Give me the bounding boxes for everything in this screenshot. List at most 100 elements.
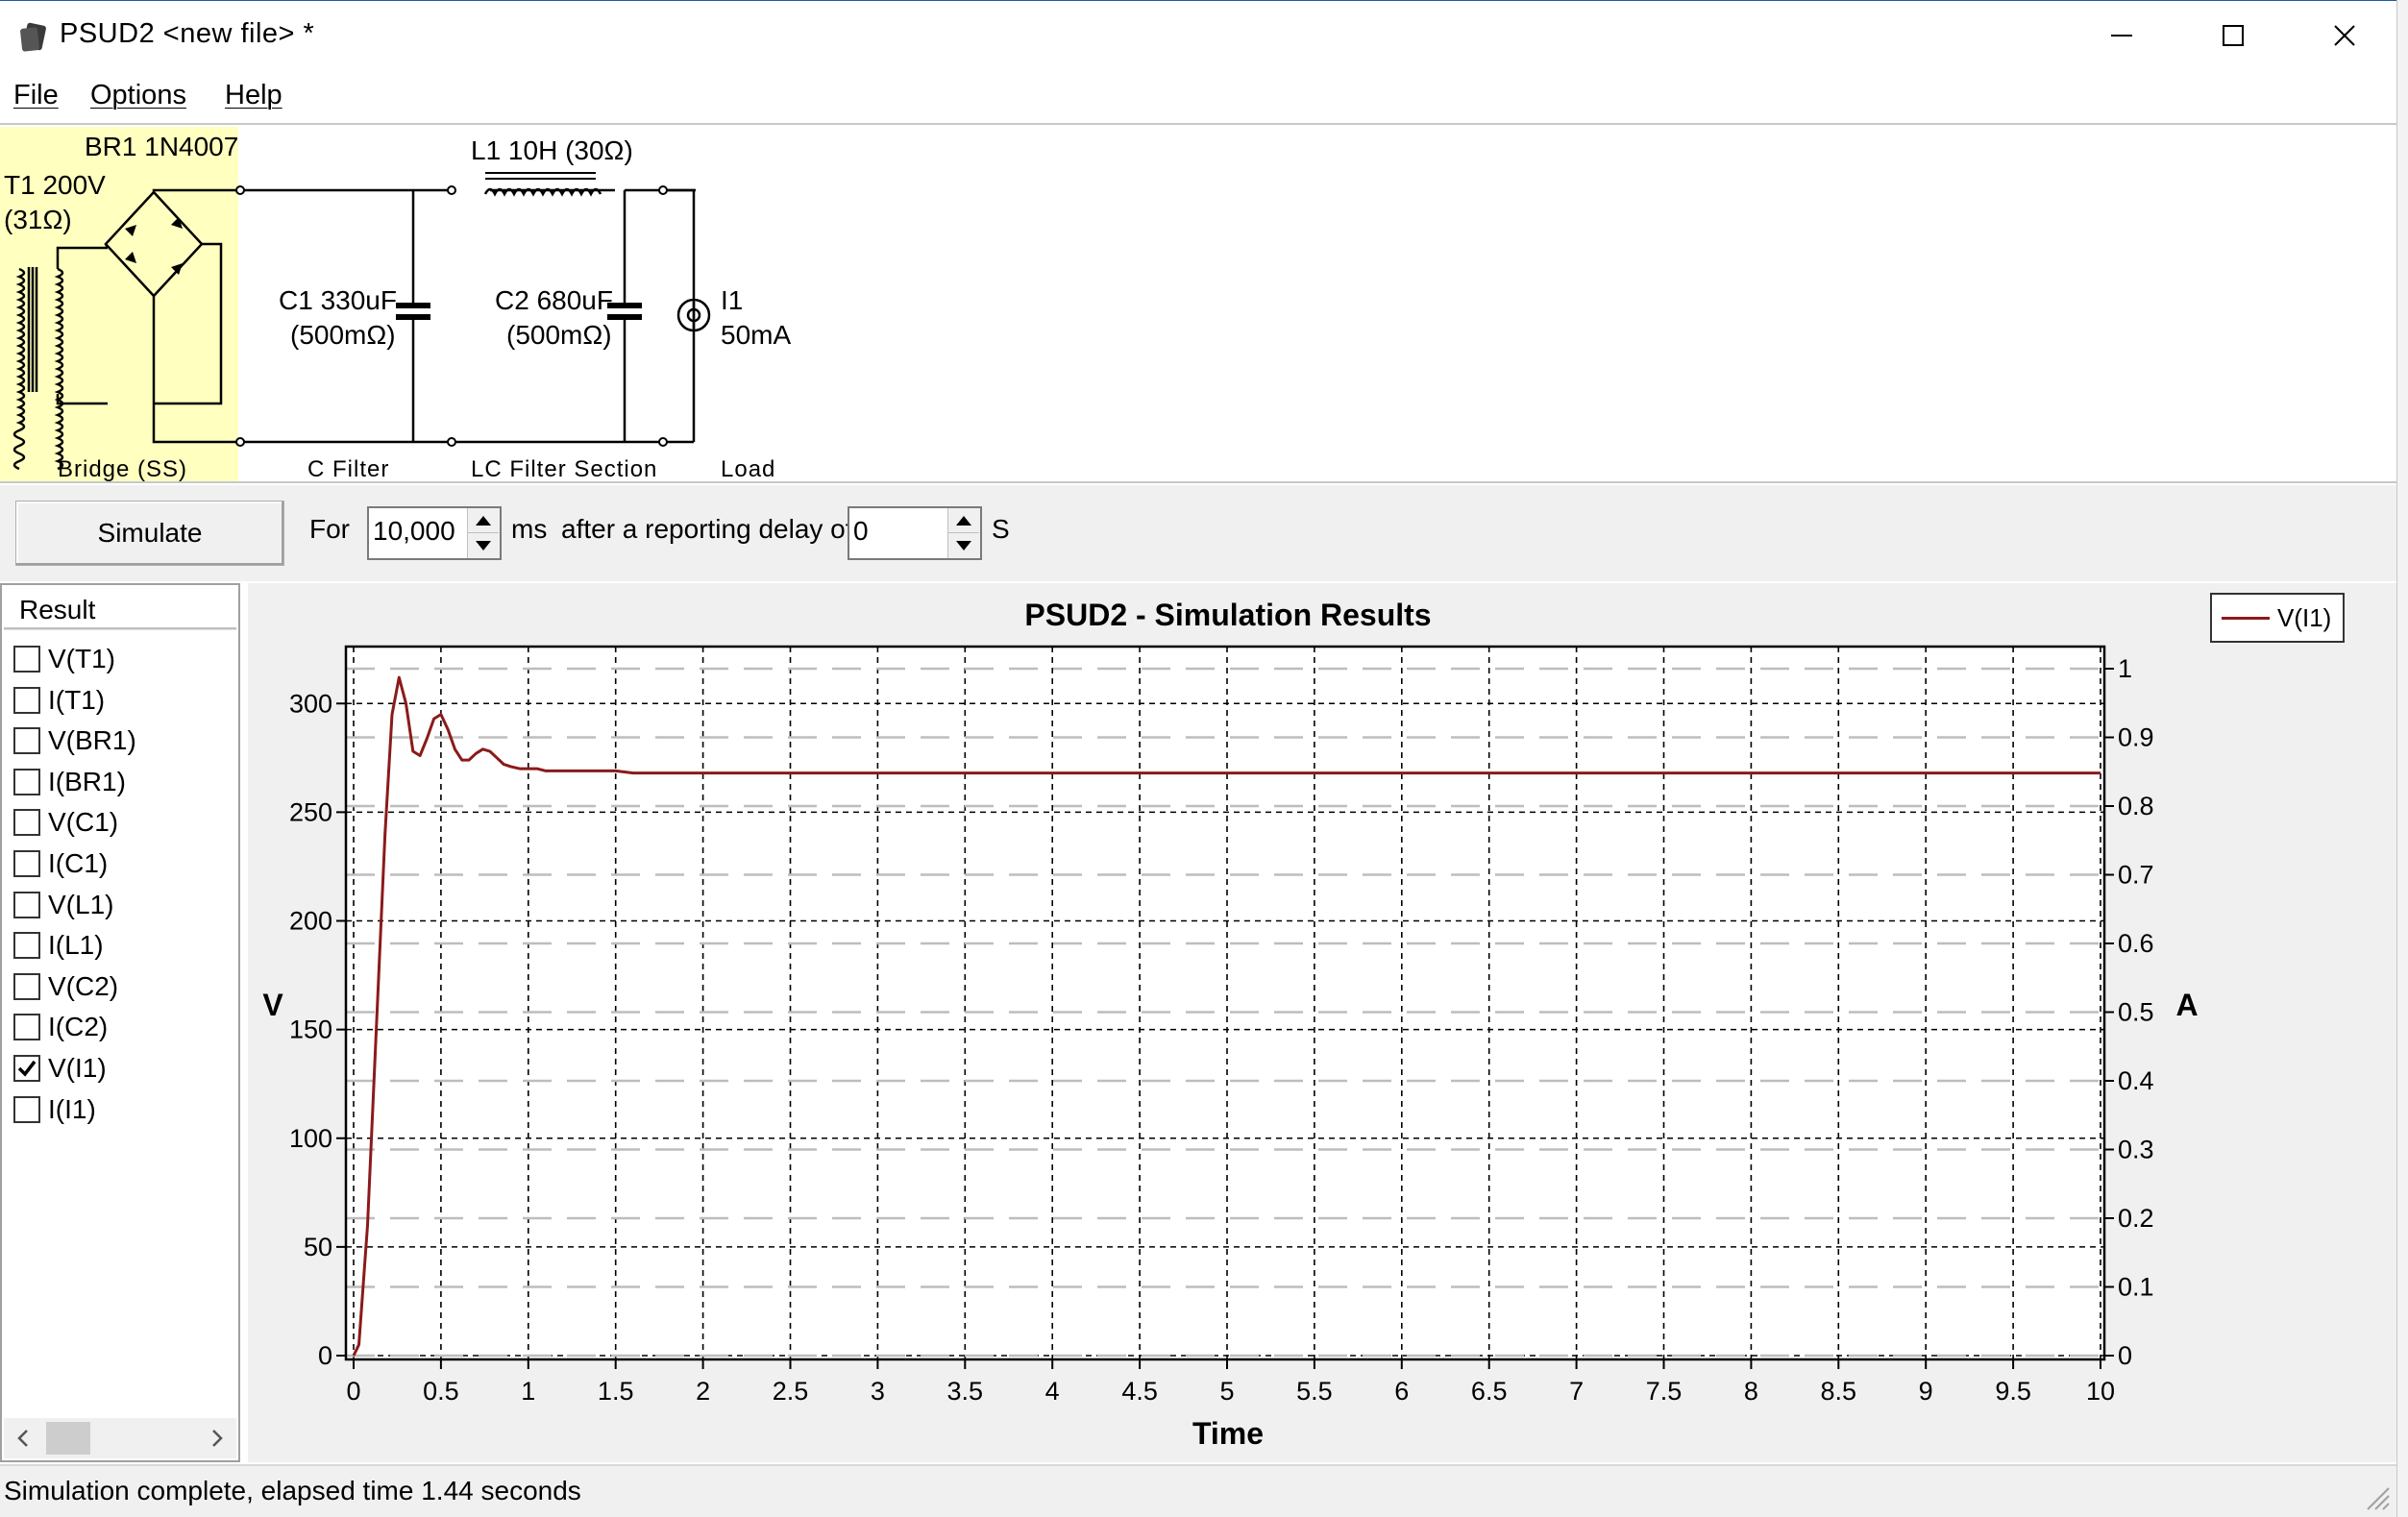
- result-label: I(I1): [48, 1093, 96, 1124]
- schematic-panel: BR1 1N4007 T1 200V (31Ω) L1 10H (30Ω) C1…: [0, 123, 2396, 483]
- delay-spin-arrows[interactable]: [947, 508, 980, 558]
- duration-up-icon[interactable]: [468, 508, 499, 533]
- result-checkbox[interactable]: [13, 809, 40, 837]
- result-item[interactable]: V(C2): [13, 966, 118, 1007]
- delay-down-icon[interactable]: [948, 533, 979, 558]
- x-tick-label: 7: [1569, 1377, 1584, 1406]
- simulate-button[interactable]: Simulate: [15, 501, 284, 566]
- x-tick-label: 6: [1394, 1377, 1409, 1406]
- y-tick-label: 200: [289, 907, 332, 936]
- result-checkbox[interactable]: [13, 686, 40, 714]
- duration-stepper[interactable]: 10,000: [367, 506, 502, 560]
- result-item[interactable]: V(BR1): [13, 721, 136, 761]
- result-label: V(T1): [48, 644, 115, 673]
- menu-options[interactable]: Options: [90, 80, 186, 111]
- result-item[interactable]: V(C1): [13, 802, 118, 843]
- result-label: V(I1): [48, 1053, 107, 1083]
- y2-tick-label: 0.2: [2118, 1204, 2154, 1233]
- maximize-button[interactable]: [2177, 1, 2289, 70]
- minimize-button[interactable]: [2066, 1, 2177, 70]
- result-item[interactable]: I(C1): [13, 844, 108, 884]
- result-item[interactable]: I(BR1): [13, 762, 126, 802]
- checkmark-icon: [17, 1060, 37, 1077]
- y-tick-label: 50: [304, 1233, 332, 1261]
- result-label: V(BR1): [48, 725, 136, 756]
- delay-value: 0: [853, 516, 869, 546]
- result-item[interactable]: V(L1): [13, 885, 113, 925]
- section-bridge: Bridge (SS): [58, 456, 187, 482]
- close-button[interactable]: [2289, 1, 2400, 70]
- x-tick-label: 3: [871, 1377, 885, 1406]
- scroll-right-icon[interactable]: [198, 1418, 236, 1458]
- x-tick-label: 8.5: [1821, 1377, 1857, 1406]
- result-item[interactable]: V(T1): [13, 639, 115, 679]
- scrollbar-thumb[interactable]: [46, 1422, 90, 1455]
- minimize-icon: [2111, 35, 2132, 37]
- y2-axis-label: A: [2175, 988, 2198, 1022]
- y-axis-label: V: [262, 988, 283, 1022]
- duration-down-icon[interactable]: [468, 533, 499, 558]
- x-tick-label: 1.5: [598, 1377, 634, 1406]
- x-tick-label: 7.5: [1646, 1377, 1683, 1406]
- delay-stepper[interactable]: 0: [848, 506, 982, 560]
- y-tick-label: 300: [289, 689, 332, 718]
- seconds-label: S: [992, 514, 1010, 544]
- x-tick-label: 2: [696, 1377, 710, 1406]
- legend-swatch: [2222, 616, 2270, 620]
- horizontal-scrollbar[interactable]: [4, 1418, 236, 1458]
- result-checkbox[interactable]: [13, 1095, 40, 1123]
- x-tick-label: 9.5: [1995, 1377, 2031, 1406]
- x-tick-label: 2.5: [773, 1377, 809, 1406]
- result-item[interactable]: I(C2): [13, 1007, 108, 1047]
- result-label: I(T1): [48, 684, 106, 715]
- result-checkbox[interactable]: [13, 646, 40, 673]
- x-axis-label: Time: [1192, 1416, 1264, 1451]
- menu-file[interactable]: File: [13, 80, 59, 111]
- menu-bar: File Options Help: [0, 72, 2396, 122]
- result-label: I(BR1): [48, 766, 126, 796]
- circuit-schematic: BR1 1N4007 T1 200V (31Ω) L1 10H (30Ω) C1…: [0, 127, 791, 482]
- result-checkbox[interactable]: [13, 727, 40, 755]
- for-label: For: [309, 514, 350, 544]
- x-tick-label: 5.5: [1296, 1377, 1333, 1406]
- menu-help[interactable]: Help: [225, 80, 283, 111]
- delay-up-icon[interactable]: [948, 508, 979, 533]
- y2-tick-label: 1: [2118, 654, 2132, 683]
- c1-esr: (500mΩ): [290, 320, 396, 350]
- results-header[interactable]: Result: [4, 587, 236, 629]
- load-name: I1: [721, 285, 743, 315]
- result-label: V(C2): [48, 970, 119, 1001]
- x-tick-label: 0.5: [423, 1377, 459, 1406]
- result-item[interactable]: V(I1): [13, 1048, 107, 1089]
- scroll-left-icon[interactable]: [4, 1418, 42, 1458]
- result-label: I(C2): [48, 1012, 109, 1042]
- y-tick-label: 150: [289, 1015, 332, 1044]
- result-checkbox[interactable]: [13, 1055, 40, 1082]
- y2-tick-label: 0: [2118, 1341, 2132, 1370]
- y2-tick-label: 0.3: [2118, 1136, 2154, 1164]
- inductor-label: L1 10H (30Ω): [471, 135, 633, 165]
- x-tick-label: 4.5: [1121, 1377, 1158, 1406]
- duration-spin-arrows[interactable]: [467, 508, 500, 558]
- y-tick-label: 100: [289, 1124, 332, 1153]
- result-checkbox[interactable]: [13, 932, 40, 960]
- result-item[interactable]: I(T1): [13, 680, 105, 721]
- transformer-resistance: (31Ω): [4, 205, 72, 234]
- result-item[interactable]: I(L1): [13, 925, 104, 966]
- result-checkbox[interactable]: [13, 1014, 40, 1041]
- c2-esr: (500mΩ): [506, 320, 612, 350]
- transformer-label: T1 200V: [4, 170, 106, 200]
- result-checkbox[interactable]: [13, 768, 40, 795]
- y2-tick-label: 0.1: [2118, 1273, 2154, 1302]
- y-tick-label: 250: [289, 797, 332, 826]
- result-checkbox[interactable]: [13, 972, 40, 1000]
- resize-grip-icon[interactable]: [2362, 1482, 2391, 1511]
- x-tick-label: 9: [1919, 1377, 1933, 1406]
- result-label: I(C1): [48, 848, 109, 878]
- result-item[interactable]: I(I1): [13, 1089, 96, 1130]
- section-lc-filter: LC Filter Section: [471, 456, 657, 482]
- x-tick-label: 3.5: [947, 1377, 984, 1406]
- result-checkbox[interactable]: [13, 891, 40, 918]
- chart-svg: 0 0.5 1 1.5 2 2.5 3 3.5 4 4.5 5 5.5 6 6.5 7 7.5 8 8.5 9 9.5…: [262, 598, 2198, 1451]
- result-checkbox[interactable]: [13, 850, 40, 877]
